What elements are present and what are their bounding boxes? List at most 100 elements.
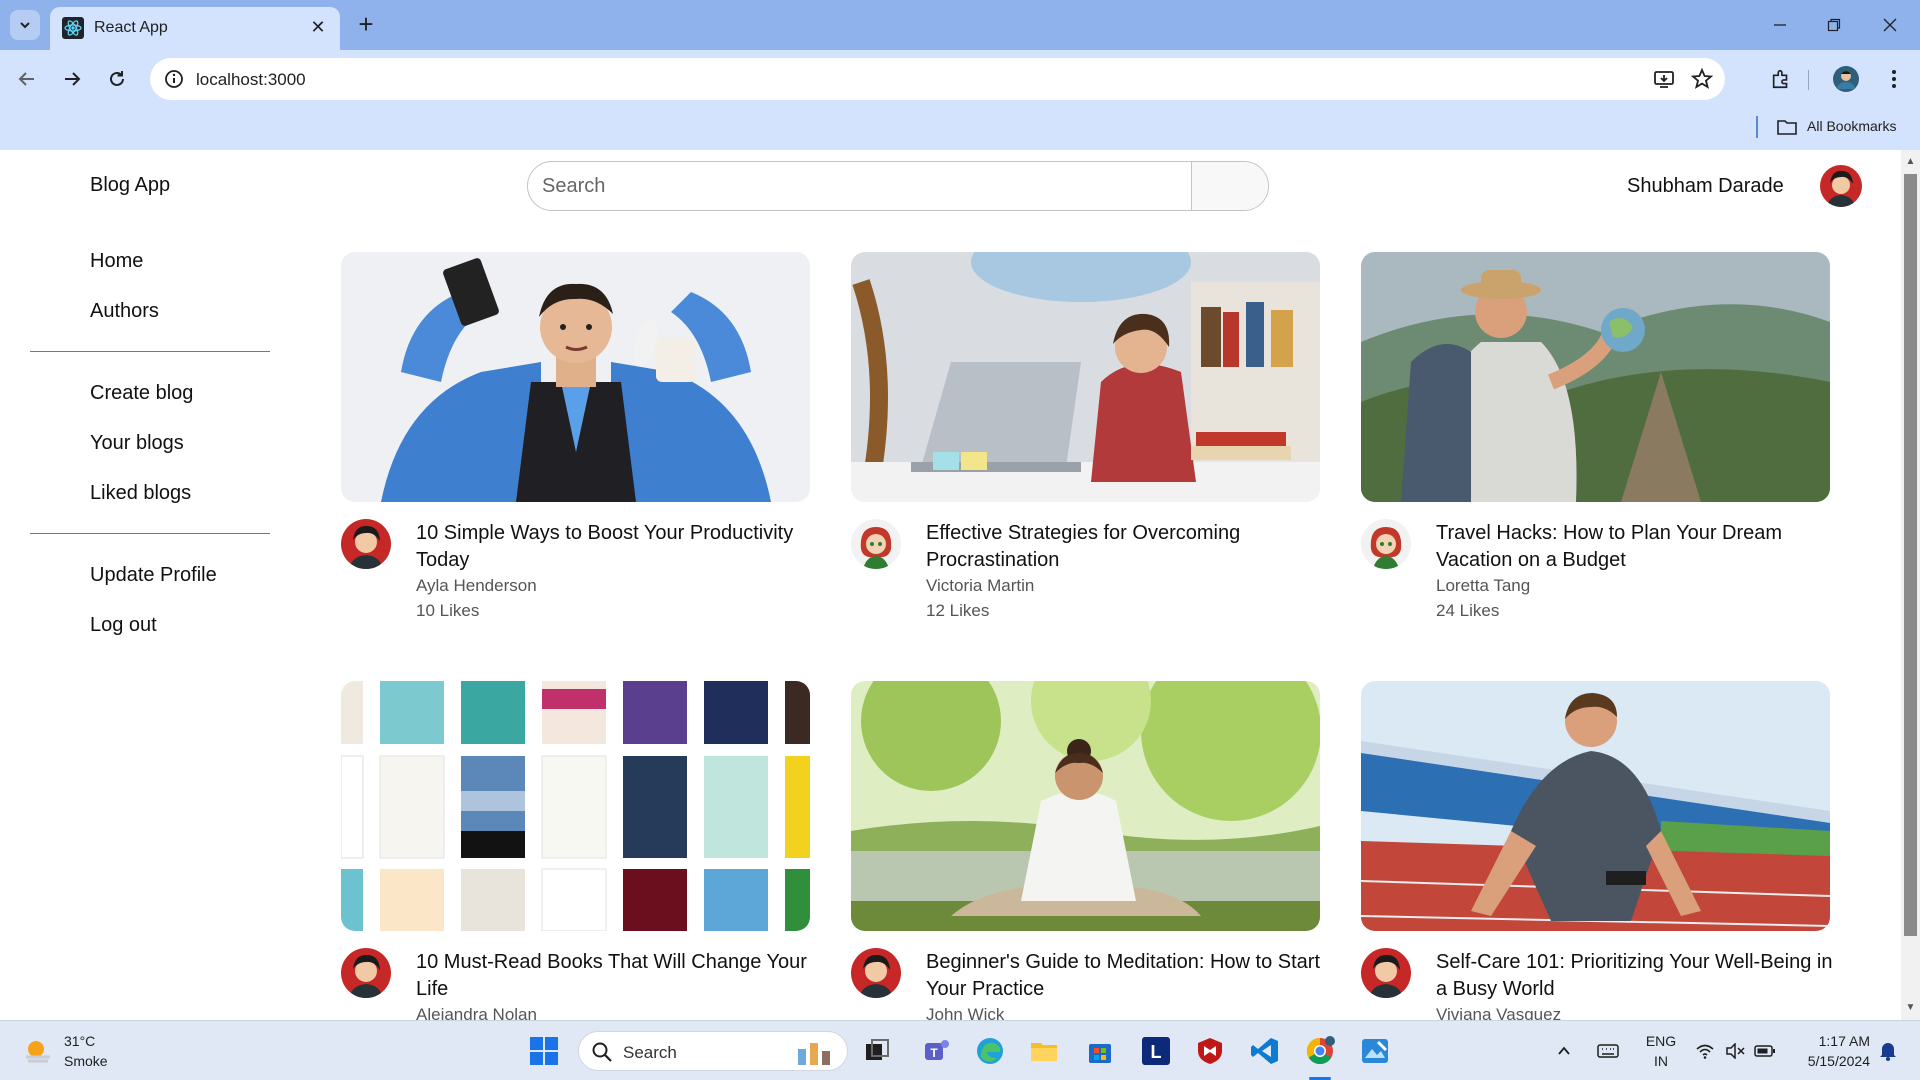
blog-card-title[interactable]: Travel Hacks: How to Plan Your Dream Vac… (1436, 520, 1836, 574)
show-hidden-icons-button[interactable] (1552, 1033, 1576, 1069)
tab-title: React App (94, 19, 168, 36)
l-app-button[interactable]: L (1138, 1033, 1174, 1069)
blog-card-likes: 24 Likes (1436, 601, 1500, 620)
scroll-down-icon[interactable]: ▼ (1905, 1002, 1916, 1013)
task-view-button[interactable] (859, 1033, 895, 1069)
file-explorer-app-button[interactable] (1026, 1033, 1062, 1069)
mcafee-app-button[interactable] (1192, 1033, 1228, 1069)
taskbar-search[interactable]: Search (578, 1031, 848, 1071)
blog-card-author[interactable]: Loretta Tang (1436, 576, 1530, 596)
shield-icon (1198, 1038, 1222, 1064)
profile-button[interactable] (1830, 63, 1862, 95)
language-indicator[interactable]: ENG (1643, 1033, 1679, 1049)
browser-tab[interactable]: React App ✕ (50, 7, 340, 50)
battery-button[interactable] (1752, 1033, 1778, 1069)
site-info-icon[interactable] (162, 67, 186, 91)
sidebar-item-your-blogs[interactable]: Your blogs (90, 432, 184, 455)
sidebar-item-authors[interactable]: Authors (90, 300, 159, 323)
menu-button[interactable] (1878, 63, 1910, 95)
sidebar-item-home[interactable]: Home (90, 250, 143, 273)
edge-app-button[interactable] (972, 1033, 1008, 1069)
kebab-menu-icon (1892, 70, 1896, 88)
author-avatar[interactable] (1361, 948, 1411, 998)
blog-card-title[interactable]: Self-Care 101: Prioritizing Your Well-Be… (1436, 949, 1836, 1003)
wifi-icon (1696, 1044, 1714, 1059)
teams-icon: T (925, 1040, 949, 1060)
edge-icon (977, 1038, 1003, 1064)
user-name[interactable]: Shubham Darade (1627, 175, 1784, 198)
extensions-button[interactable] (1765, 63, 1797, 95)
sidebar-item-create-blog[interactable]: Create blog (90, 382, 193, 405)
blog-card-image-productivity[interactable] (341, 252, 810, 502)
toolbar-divider (1808, 70, 1809, 90)
blog-card-title[interactable]: 10 Must-Read Books That Will Change Your… (416, 949, 816, 1003)
sidebar-item-liked-blogs[interactable]: Liked blogs (90, 482, 191, 505)
close-window-button[interactable] (1860, 0, 1920, 50)
star-icon[interactable] (1690, 67, 1714, 91)
weather-temperature[interactable]: 31°C (64, 1033, 95, 1049)
minimize-button[interactable] (1750, 0, 1810, 50)
sidebar-item-log-out[interactable]: Log out (90, 614, 157, 637)
weather-condition[interactable]: Smoke (64, 1053, 108, 1069)
tab-search-dropdown-button[interactable] (10, 10, 40, 40)
wifi-button[interactable] (1692, 1033, 1718, 1069)
blog-card-title[interactable]: 10 Simple Ways to Boost Your Productivit… (416, 520, 816, 574)
blog-card-author[interactable]: Ayla Henderson (416, 576, 537, 596)
vscode-app-button[interactable] (1247, 1033, 1283, 1069)
blog-card-author[interactable]: John Wick (926, 1005, 1004, 1020)
blog-card-title[interactable]: Effective Strategies for Overcoming Proc… (926, 520, 1326, 574)
blog-card-image-procrastination[interactable] (851, 252, 1320, 502)
keyboard-button[interactable] (1594, 1033, 1622, 1069)
tab-close-icon[interactable]: ✕ (306, 15, 330, 39)
clock-time[interactable]: 1:17 AM (1790, 1033, 1870, 1049)
store-icon (1089, 1044, 1111, 1063)
folder-icon[interactable] (1776, 116, 1798, 138)
start-button[interactable] (526, 1033, 562, 1069)
blog-card-author[interactable]: Viviana Vasquez (1436, 1005, 1561, 1020)
sidebar-item-update-profile[interactable]: Update Profile (90, 564, 217, 587)
microsoft-store-app-button[interactable] (1082, 1033, 1118, 1069)
clock-date[interactable]: 5/15/2024 (1790, 1053, 1870, 1069)
scrollbar-thumb[interactable] (1904, 174, 1917, 936)
page-scrollbar[interactable]: ▲ ▼ (1901, 150, 1920, 1020)
new-tab-button[interactable]: + (350, 8, 382, 40)
blog-card-likes: 12 Likes (926, 601, 990, 620)
author-avatar[interactable] (851, 948, 901, 998)
install-app-icon[interactable] (1652, 67, 1676, 91)
teams-app-button[interactable]: T (918, 1033, 954, 1069)
user-avatar[interactable] (1820, 165, 1862, 207)
forward-button[interactable] (55, 62, 89, 96)
author-avatar[interactable] (1361, 519, 1411, 569)
volume-button[interactable] (1722, 1033, 1748, 1069)
chevron-up-icon (1558, 1046, 1570, 1055)
notifications-button[interactable] (1874, 1033, 1902, 1069)
blog-card-title[interactable]: Beginner's Guide to Meditation: How to S… (926, 949, 1326, 1003)
address-bar[interactable]: localhost:3000 (150, 58, 1725, 100)
blog-card-author[interactable]: Alejandra Nolan (416, 1005, 537, 1020)
arrow-right-icon (65, 72, 81, 86)
blog-card-author[interactable]: Victoria Martin (926, 576, 1034, 596)
arrow-left-icon (18, 72, 34, 86)
whiteboard-app-button[interactable] (1357, 1033, 1393, 1069)
blog-card-image-travel[interactable] (1361, 252, 1830, 502)
author-avatar[interactable] (341, 519, 391, 569)
back-button[interactable] (10, 62, 44, 96)
blog-card-image-books[interactable] (341, 681, 810, 931)
region-indicator[interactable]: IN (1643, 1053, 1679, 1069)
scroll-up-icon[interactable]: ▲ (1905, 156, 1916, 167)
chrome-icon (1306, 1036, 1335, 1065)
search-input[interactable] (528, 162, 1191, 210)
author-avatar[interactable] (851, 519, 901, 569)
restore-button[interactable] (1804, 0, 1864, 50)
author-avatar[interactable] (341, 948, 391, 998)
blog-card-image-running[interactable] (1361, 681, 1830, 931)
reload-button[interactable] (100, 62, 134, 96)
chrome-app-button[interactable] (1302, 1033, 1338, 1069)
weather-sun-icon[interactable] (22, 1035, 54, 1067)
all-bookmarks-link[interactable]: All Bookmarks (1807, 118, 1896, 134)
windows-logo-icon (530, 1037, 558, 1065)
search-button[interactable] (1191, 162, 1268, 210)
blog-card-image-meditation[interactable] (851, 681, 1320, 931)
app-logo[interactable]: Blog App (90, 174, 170, 197)
restore-icon (1827, 18, 1841, 32)
